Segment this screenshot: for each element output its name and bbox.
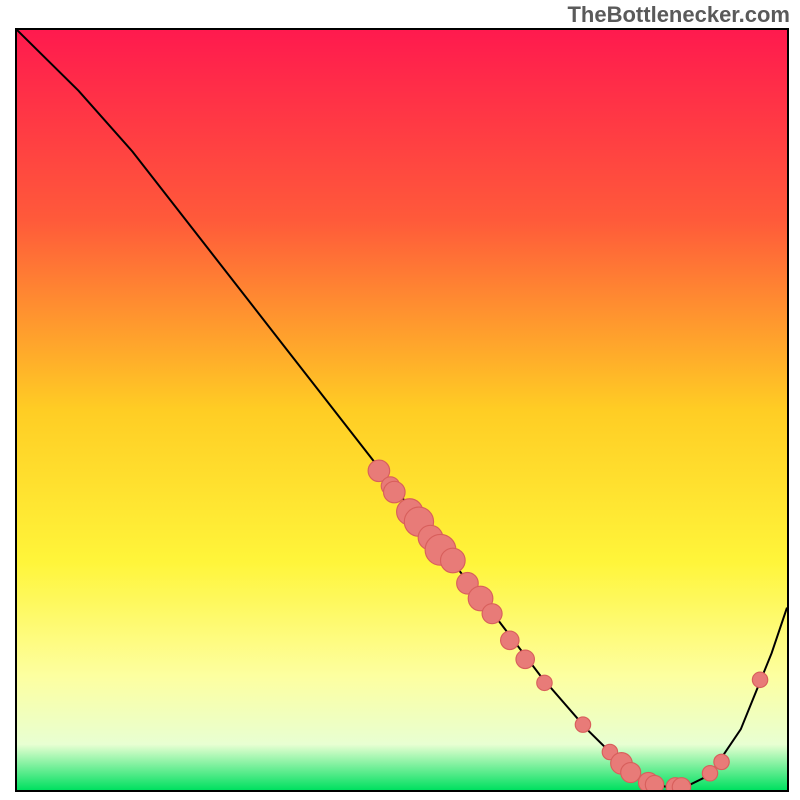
data-point bbox=[501, 631, 519, 649]
data-point bbox=[752, 672, 767, 687]
chart-frame bbox=[15, 28, 789, 792]
gradient-background bbox=[17, 30, 787, 790]
data-point bbox=[702, 766, 717, 781]
bottleneck-chart bbox=[17, 30, 787, 790]
data-point bbox=[575, 717, 590, 732]
data-point bbox=[537, 675, 552, 690]
data-point bbox=[441, 548, 466, 573]
data-point bbox=[621, 763, 641, 783]
data-point bbox=[714, 754, 729, 769]
data-point bbox=[645, 775, 663, 790]
data-point bbox=[482, 604, 502, 624]
data-point bbox=[384, 481, 406, 503]
attribution-label: TheBottlenecker.com bbox=[567, 2, 790, 28]
data-point bbox=[516, 650, 534, 668]
